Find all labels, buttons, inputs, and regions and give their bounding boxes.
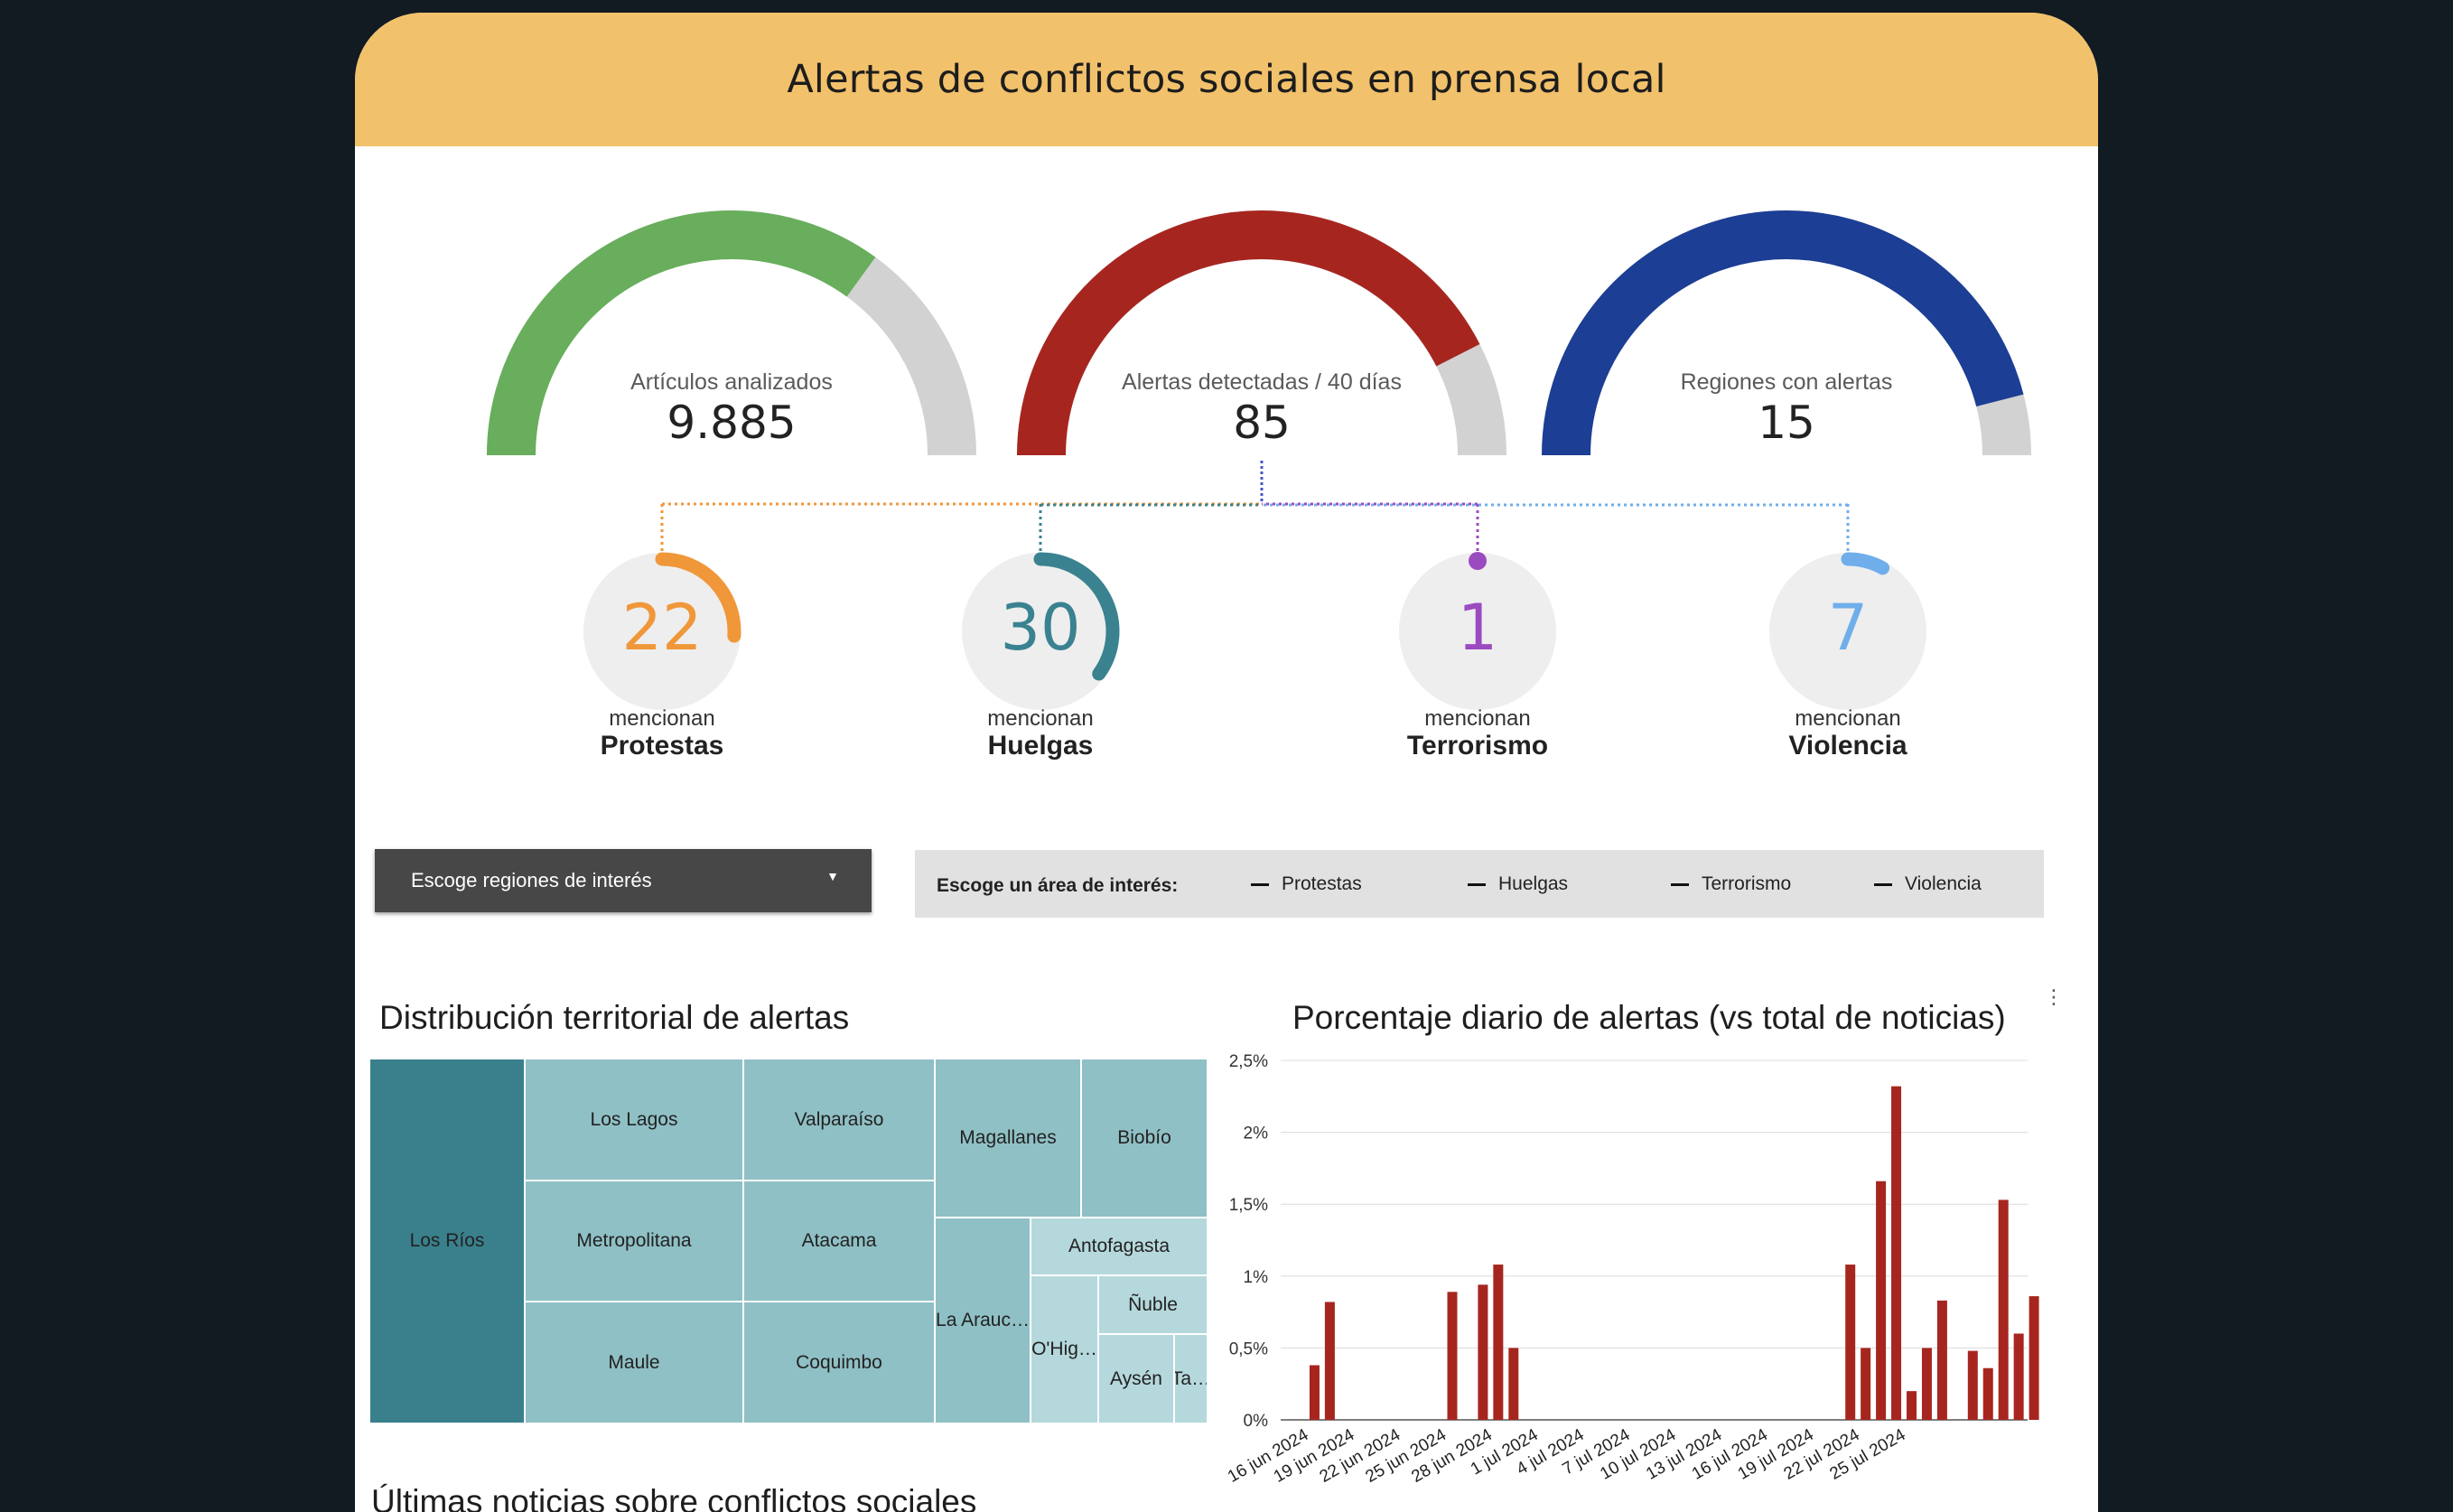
bar [1324,1302,1335,1420]
y-tick-label: 0,5% [1229,1339,1268,1358]
y-tick-label: 0% [1244,1412,1269,1431]
area-filter-prompt: Escoge un área de interés: [937,875,1179,896]
treemap-cell-ohiggins[interactable]: O'Hig… [1031,1275,1098,1423]
terrorismo-prefix: mencionan [1424,706,1531,731]
bar [1921,1348,1932,1420]
bar [1447,1292,1458,1420]
treemap-cell-tarapaca[interactable]: Ta… [1174,1334,1208,1423]
y-tick-label: 2,5% [1229,1052,1268,1071]
bar [1309,1365,1320,1420]
bar [1967,1350,1978,1420]
gauge-regions-label: Regiones con alertas [1680,369,1893,395]
dashboard-card: Alertas de conflictos sociales en prensa… [355,13,2098,1512]
region-dropdown-label: Escoge regiones de interés [411,869,652,891]
gauge-articles-value: 9.885 [667,397,797,449]
y-tick-label: 1,5% [1229,1196,1268,1215]
treemap-cell-los-rios[interactable]: Los Ríos [369,1059,525,1423]
bar [1508,1348,1519,1420]
violencia-count: 7 [1827,591,1869,665]
protestas-prefix: mencionan [609,706,715,731]
caret-down-icon: ▼ [826,869,839,883]
protestas-name: Protestas [600,731,724,761]
dash-icon [1251,882,1269,886]
treemap-cell-coquimbo[interactable]: Coquimbo [743,1302,935,1423]
treemap-cell-aysen[interactable]: Aysén [1098,1334,1174,1423]
terrorismo-name: Terrorismo [1406,731,1549,761]
violencia-name: Violencia [1788,731,1907,761]
area-option-protestas[interactable]: Protestas [1251,873,1362,895]
bar [1936,1300,1947,1420]
y-tick-label: 1% [1244,1268,1269,1287]
treemap-cell-atacama[interactable]: Atacama [743,1181,935,1302]
treemap-cell-los-lagos[interactable]: Los Lagos [525,1059,743,1181]
bar [1907,1391,1917,1420]
gauge-alerts-value: 85 [1233,397,1291,449]
bar [1876,1181,1887,1420]
bar [1478,1284,1488,1420]
bar [1861,1348,1871,1420]
area-option-huelgas[interactable]: Huelgas [1468,873,1568,895]
bar [1891,1086,1902,1420]
bar [1982,1367,1993,1420]
bar-chart-title: Porcentaje diario de alertas (vs total d… [1292,999,2006,1036]
dash-icon [1671,882,1689,886]
dash-icon [1874,882,1892,886]
bar [1493,1265,1504,1420]
bar [2029,1296,2039,1420]
bar [1998,1199,2009,1420]
area-option-terrorismo[interactable]: Terrorismo [1671,873,1791,895]
huelgas-prefix: mencionan [987,706,1094,731]
treemap-cell-antofagasta[interactable]: Antofagasta [1031,1218,1208,1275]
dash-icon [1468,882,1486,886]
bar [1845,1265,1856,1420]
treemap-cell-metropolitana[interactable]: Metropolitana [525,1181,743,1302]
treemap-cell-biobio[interactable]: Biobío [1081,1059,1208,1218]
gauge-regions-value: 15 [1758,397,1815,449]
huelgas-name: Huelgas [987,731,1094,761]
treemap-title: Distribución territorial de alertas [379,999,850,1036]
y-tick-label: 2% [1244,1125,1269,1143]
news-section-title: Últimas noticias sobre conflictos social… [371,1483,977,1512]
violencia-prefix: mencionan [1795,706,1901,731]
keyword-arc-terrorismo [1469,552,1487,570]
gauge-alerts-label: Alertas detectadas / 40 días [1122,369,1402,395]
terrorismo-count: 1 [1457,591,1498,665]
treemap-cell-magallanes[interactable]: Magallanes [935,1059,1081,1218]
treemap-cell-valparaiso[interactable]: Valparaíso [743,1059,935,1181]
more-vertical-icon[interactable]: ⋮ [2044,988,2064,1021]
region-dropdown[interactable]: Escoge regiones de interés ▼ [375,849,872,912]
treemap-cell-nuble[interactable]: Ñuble [1098,1275,1208,1334]
huelgas-count: 30 [1000,591,1081,665]
bar [2013,1333,2024,1420]
treemap-cell-la-araucania[interactable]: La Arauc… [935,1218,1031,1423]
area-option-violencia[interactable]: Violencia [1874,873,1982,895]
treemap-cell-maule[interactable]: Maule [525,1302,743,1423]
gauge-articles-label: Artículos analizados [630,369,833,395]
protestas-count: 22 [621,591,703,665]
area-filter-bar: Escoge un área de interés: Protestas Hue… [915,850,2044,918]
